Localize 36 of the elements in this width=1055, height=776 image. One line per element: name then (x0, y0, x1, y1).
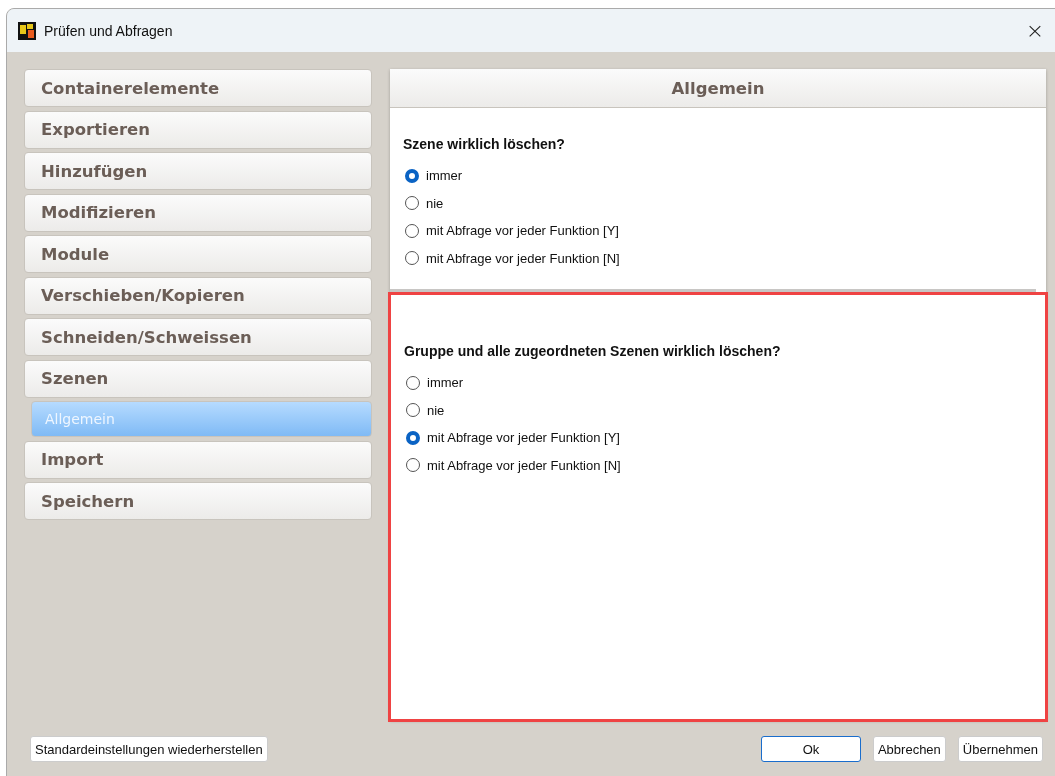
ok-button[interactable]: Ok (760, 736, 861, 762)
option-label[interactable]: mit Abfrage vor jeder Funktion [N] (427, 457, 621, 473)
app-icon (18, 21, 36, 40)
option-label[interactable]: mit Abfrage vor jeder Funktion [Y] (426, 223, 619, 239)
question-label: Gruppe und alle zugeordneten Szenen wirklich löschen? (404, 343, 782, 359)
cancel-button[interactable]: Abbrechen (872, 736, 946, 762)
radio-button[interactable] (406, 375, 420, 390)
window-title: Prüfen und Abfragen (44, 22, 173, 39)
radio-button[interactable] (405, 223, 419, 238)
sidebar-item[interactable]: Import (24, 440, 372, 479)
option-label[interactable]: immer (426, 168, 463, 184)
radio-button[interactable] (405, 168, 419, 183)
sidebar-item[interactable]: Speichern (24, 482, 372, 520)
option-label[interactable]: nie (427, 402, 445, 418)
radio-button[interactable] (406, 430, 420, 445)
radio-button[interactable] (405, 251, 419, 266)
sidebar-item[interactable]: Szenen (24, 359, 372, 398)
apply-button[interactable]: Übernehmen (957, 736, 1043, 762)
option-label[interactable]: nie (426, 195, 444, 211)
sidebar-item[interactable]: Containerelemente (24, 69, 372, 107)
sidebar-item[interactable]: Module (24, 235, 372, 273)
option-label[interactable]: mit Abfrage vor jeder Funktion [N] (426, 250, 620, 266)
radio-button[interactable] (406, 458, 420, 473)
option-label[interactable]: immer (427, 375, 464, 391)
panel-header: Allgemein (390, 69, 1046, 108)
close-button[interactable]: × (1015, 18, 1055, 43)
question-label: Szene wirklich löschen? (403, 136, 566, 152)
radio-button[interactable] (406, 403, 420, 418)
sidebar-item[interactable]: Exportieren (24, 110, 372, 149)
restore-defaults-button[interactable]: Standardeinstellungen wiederherstellen (30, 736, 268, 762)
sidebar-item[interactable]: Modifizieren (24, 193, 372, 232)
sidebar-item[interactable]: Hinzufügen (24, 152, 372, 190)
option-label[interactable]: mit Abfrage vor jeder Funktion [Y] (427, 430, 620, 446)
sidebar-item[interactable]: Schneiden/Schweissen (24, 318, 372, 356)
radio-button[interactable] (405, 196, 419, 211)
sidebar-item[interactable]: Verschieben/Kopieren (24, 276, 372, 315)
